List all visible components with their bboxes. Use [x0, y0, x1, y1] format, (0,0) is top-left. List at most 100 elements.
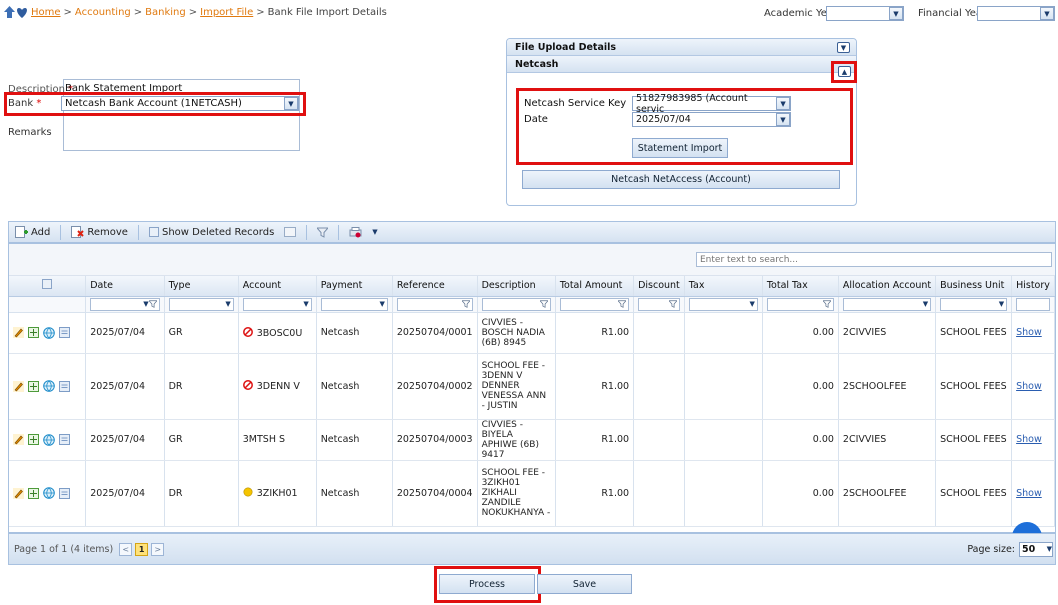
- history-cell[interactable]: Show: [1011, 460, 1055, 527]
- save-button[interactable]: Save: [537, 574, 632, 594]
- discount-cell: [633, 312, 685, 354]
- remarks-field[interactable]: [63, 120, 299, 150]
- type-cell: GR: [164, 312, 239, 354]
- chevron-down-icon[interactable]: ▼: [776, 97, 790, 110]
- show-deleted-checkbox[interactable]: [148, 227, 159, 237]
- chevron-down-icon[interactable]: ▼: [776, 113, 790, 126]
- file-upload-header[interactable]: File Upload Details: [507, 39, 856, 56]
- page-size-select[interactable]: 50 ▼: [1019, 541, 1053, 557]
- chevron-down-icon[interactable]: ▼: [1040, 7, 1054, 20]
- reference-cell: 20250704/0004: [392, 460, 478, 527]
- column-header[interactable]: Total Tax: [762, 276, 839, 297]
- table-row[interactable]: 2025/07/04 DR 3ZIKH01 Netcash 20250704/0004 S…: [9, 460, 1055, 527]
- column-header[interactable]: Total Amount: [555, 276, 635, 297]
- statement-import-button[interactable]: Statement Import: [632, 138, 728, 158]
- total-tax-filter[interactable]: [766, 297, 834, 311]
- column-header[interactable]: Type: [164, 276, 239, 297]
- globe-icon[interactable]: [43, 380, 55, 392]
- globe-icon[interactable]: [43, 433, 55, 446]
- home-icon[interactable]: [4, 6, 28, 18]
- history-cell[interactable]: Show: [1011, 312, 1055, 354]
- table-row[interactable]: 2025/07/04 GR 3BOSC0U Netcash 20250704/0001 C…: [9, 312, 1055, 354]
- history-cell[interactable]: Show: [1011, 419, 1055, 461]
- print-icon[interactable]: [349, 226, 362, 238]
- collapse-chevron-up-icon[interactable]: ▲: [838, 66, 851, 77]
- breadcrumb-accounting: Accounting: [74, 6, 131, 18]
- add-button[interactable]: Add: [15, 226, 50, 238]
- edit-icon[interactable]: [13, 380, 24, 392]
- collapse-chevron-down-icon[interactable]: ▼: [837, 42, 850, 53]
- export-icon[interactable]: [284, 227, 297, 237]
- netcash-header[interactable]: Netcash: [507, 56, 856, 73]
- table-row[interactable]: 2025/07/04 GR 3MTSH S Netcash 20250704/0003 C…: [9, 419, 1055, 461]
- history-link[interactable]: Show: [1016, 434, 1042, 445]
- history-filter[interactable]: [1016, 297, 1050, 311]
- globe-icon[interactable]: [43, 326, 55, 339]
- breadcrumb-import-file-link[interactable]: Import File: [200, 7, 253, 18]
- note-icon[interactable]: [59, 434, 70, 445]
- breadcrumb-home-link[interactable]: Home: [31, 7, 61, 18]
- description-filter[interactable]: [481, 297, 551, 311]
- business-unit-filter[interactable]: ▼: [940, 297, 1008, 311]
- note-icon[interactable]: [59, 380, 70, 392]
- show-deleted-toggle[interactable]: Show Deleted Records: [148, 227, 274, 238]
- edit-icon[interactable]: [13, 487, 24, 499]
- allocate-icon[interactable]: [28, 380, 39, 392]
- chevron-down-icon[interactable]: ▼: [284, 97, 298, 110]
- select-all-checkbox[interactable]: [42, 279, 53, 290]
- remove-button[interactable]: Remove: [71, 226, 128, 238]
- table-row[interactable]: 2025/07/04 DR 3DENN V Netcash 20250704/0002 S…: [9, 353, 1055, 420]
- date-filter[interactable]: ▼: [90, 297, 160, 311]
- service-key-select[interactable]: 51827983985 (Account servic ▼: [632, 93, 791, 115]
- allocation-filter[interactable]: ▼: [842, 297, 932, 311]
- column-header[interactable]: Allocation Account: [838, 276, 937, 297]
- history-link[interactable]: Show: [1016, 327, 1042, 338]
- column-header[interactable]: Date: [85, 276, 165, 297]
- column-header[interactable]: History: [1011, 276, 1055, 297]
- history-link[interactable]: Show: [1016, 488, 1042, 499]
- total-amount-filter[interactable]: [559, 297, 630, 311]
- globe-icon[interactable]: [43, 487, 55, 499]
- column-header[interactable]: Discount: [633, 276, 685, 297]
- chevron-down-icon[interactable]: ▼: [1047, 545, 1052, 553]
- payment-filter[interactable]: ▼: [320, 297, 388, 311]
- chevron-down-icon[interactable]: ▼: [372, 228, 377, 236]
- page-number-button[interactable]: 1: [135, 542, 149, 556]
- column-header[interactable]: Description: [477, 276, 556, 297]
- column-header[interactable]: Account: [238, 276, 317, 297]
- select-all-header[interactable]: [9, 276, 87, 297]
- column-header[interactable]: Payment: [316, 276, 393, 297]
- total-tax-cell: 0.00: [762, 419, 839, 461]
- date-picker[interactable]: 2025/07/04 ▼: [632, 112, 791, 127]
- account-filter[interactable]: ▼: [242, 297, 312, 311]
- note-icon[interactable]: [59, 487, 70, 499]
- allocate-icon[interactable]: [28, 487, 39, 499]
- column-header[interactable]: Business Unit: [935, 276, 1013, 297]
- history-cell[interactable]: Show: [1011, 353, 1055, 420]
- service-key-label: Netcash Service Key: [524, 98, 627, 109]
- tax-filter[interactable]: ▼: [688, 297, 758, 311]
- description-cell: CIVVIES - BOSCH NADIA (6B) 8945: [477, 312, 556, 354]
- edit-icon[interactable]: [13, 327, 24, 338]
- remove-icon: [71, 226, 85, 238]
- filter-icon[interactable]: [317, 227, 329, 238]
- allocate-icon[interactable]: [28, 434, 39, 445]
- process-button[interactable]: Process: [439, 574, 535, 594]
- history-link[interactable]: Show: [1016, 381, 1042, 392]
- chevron-down-icon[interactable]: ▼: [889, 7, 903, 20]
- allocate-icon[interactable]: [28, 327, 39, 338]
- column-header[interactable]: Tax: [684, 276, 763, 297]
- edit-icon[interactable]: [13, 434, 24, 445]
- netcash-netaccess-button[interactable]: Netcash NetAccess (Account): [522, 170, 840, 189]
- column-header[interactable]: Reference: [392, 276, 478, 297]
- type-filter[interactable]: ▼: [168, 297, 234, 311]
- bank-select[interactable]: Netcash Bank Account (1NETCASH) ▼: [61, 96, 299, 111]
- search-input[interactable]: [696, 252, 1052, 267]
- discount-filter[interactable]: [638, 297, 680, 311]
- reference-filter[interactable]: [396, 297, 473, 311]
- next-page-button[interactable]: >: [151, 542, 165, 556]
- note-icon[interactable]: [59, 327, 70, 338]
- financial-year-select[interactable]: ▼: [977, 6, 1055, 21]
- academic-year-select[interactable]: ▼: [826, 6, 904, 21]
- previous-page-button[interactable]: <: [119, 542, 133, 556]
